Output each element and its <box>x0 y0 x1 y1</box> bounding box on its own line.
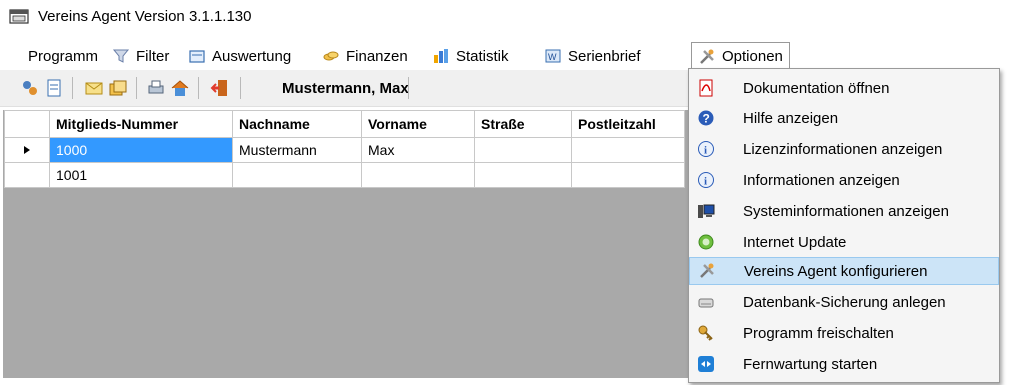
table-cell[interactable] <box>474 137 572 163</box>
exit-icon[interactable] <box>210 78 230 98</box>
menu-item-lizenzinformationen[interactable]: i Lizenzinformationen anzeigen <box>689 135 999 163</box>
table-cell[interactable] <box>474 162 572 188</box>
table-cell[interactable] <box>571 162 685 188</box>
menu-item-label: Datenbank-Sicherung anlegen <box>743 293 946 311</box>
column-header[interactable]: Postleitzahl <box>571 110 685 138</box>
app-icon <box>9 9 29 24</box>
menu-item-hilfe[interactable]: ? Hilfe anzeigen <box>689 104 999 132</box>
row-header-corner <box>4 110 50 138</box>
letter-icon: W <box>545 49 561 63</box>
menu-item-label: Internet Update <box>743 233 847 251</box>
document-icon[interactable] <box>44 78 64 98</box>
report-icon <box>189 50 205 63</box>
optionen-dropdown-menu: Dokumentation öffnen ? Hilfe anzeigen i … <box>688 68 1000 383</box>
column-header[interactable]: Vorname <box>361 110 475 138</box>
table-row[interactable]: 1000 Mustermann Max <box>4 137 685 163</box>
filter-icon <box>112 49 130 63</box>
svg-text:i: i <box>704 176 707 188</box>
menu-filter[interactable]: Filter <box>112 44 169 68</box>
table-cell[interactable] <box>232 162 362 188</box>
pdf-icon <box>699 79 713 97</box>
current-member-label: Mustermann, Max <box>282 80 409 97</box>
column-header[interactable]: Nachname <box>232 110 362 138</box>
tools-icon <box>700 263 714 278</box>
menu-item-label: Hilfe anzeigen <box>743 109 839 127</box>
menu-item-systeminformationen[interactable]: Systeminformationen anzeigen <box>689 197 999 225</box>
mail-icon[interactable] <box>84 78 104 98</box>
help-icon: ? <box>698 110 714 126</box>
menu-item-label: Programm freischalten <box>743 324 894 342</box>
window-title: Vereins Agent Version 3.1.1.130 <box>38 8 252 25</box>
current-row-arrow-icon <box>4 137 50 163</box>
menu-auswertung[interactable]: Auswertung <box>188 44 291 68</box>
menu-item-label: Systeminformationen anzeigen <box>743 202 949 220</box>
info-icon: i <box>698 141 714 157</box>
menu-item-datenbank-sicherung[interactable]: Datenbank-Sicherung anlegen <box>689 288 999 316</box>
tools-icon <box>700 49 714 64</box>
update-icon <box>698 234 714 250</box>
toolbar-separator <box>408 77 409 99</box>
key-icon <box>698 325 713 341</box>
menu-label: Auswertung <box>212 47 292 65</box>
menu-item-informationen[interactable]: i Informationen anzeigen <box>689 166 999 194</box>
menu-programm[interactable]: Programm <box>28 44 98 68</box>
table-cell[interactable]: 1000 <box>49 137 233 163</box>
menu-item-label: Vereins Agent konfigurieren <box>744 262 928 280</box>
title-bar: Vereins Agent Version 3.1.1.130 <box>0 0 1020 36</box>
toolbar-separator <box>136 77 137 99</box>
remote-icon <box>698 356 714 372</box>
money-icon <box>323 51 339 61</box>
menu-item-label: Informationen anzeigen <box>743 171 900 189</box>
menu-item-internet-update[interactable]: Internet Update <box>689 228 999 256</box>
toolbar-separator <box>198 77 199 99</box>
menu-item-label: Lizenzinformationen anzeigen <box>743 140 943 158</box>
svg-text:?: ? <box>703 112 710 126</box>
table-cell[interactable] <box>361 162 475 188</box>
menu-label: Finanzen <box>346 47 408 65</box>
table-cell[interactable]: Max <box>361 137 475 163</box>
table-header-row: Mitglieds-Nummer Nachname Vorname Straße… <box>4 110 685 138</box>
home-icon[interactable] <box>170 78 190 98</box>
print-icon[interactable] <box>146 78 166 98</box>
column-header[interactable]: Mitglieds-Nummer <box>49 110 233 138</box>
svg-text:i: i <box>704 145 707 157</box>
menu-label: Filter <box>136 47 170 65</box>
table-cell[interactable]: 1001 <box>49 162 233 188</box>
menu-item-dokumentation[interactable]: Dokumentation öffnen <box>689 74 999 102</box>
menu-label: Optionen <box>722 48 783 65</box>
menu-serienbrief[interactable]: W Serienbrief <box>544 44 641 68</box>
table-cell[interactable]: Mustermann <box>232 137 362 163</box>
table-cell[interactable] <box>571 137 685 163</box>
menu-label: Programm <box>28 47 99 65</box>
menu-optionen[interactable]: Optionen <box>691 42 790 70</box>
toolbar-separator <box>72 77 73 99</box>
chart-icon <box>434 49 448 63</box>
member-search-icon[interactable] <box>20 78 40 98</box>
svg-text:W: W <box>548 52 557 62</box>
drive-icon <box>698 298 714 308</box>
table-row[interactable]: 1001 <box>4 162 685 188</box>
column-header[interactable]: Straße <box>474 110 572 138</box>
menu-item-label: Fernwartung starten <box>743 355 878 373</box>
menu-item-konfigurieren[interactable]: Vereins Agent konfigurieren <box>689 257 999 285</box>
menu-label: Statistik <box>456 47 509 65</box>
menu-item-label: Dokumentation öffnen <box>743 79 890 97</box>
menu-item-freischalten[interactable]: Programm freischalten <box>689 319 999 347</box>
menu-statistik[interactable]: Statistik <box>432 44 509 68</box>
copy-icon[interactable] <box>108 78 128 98</box>
members-table: Mitglieds-Nummer Nachname Vorname Straße… <box>4 110 685 188</box>
menu-label: Serienbrief <box>568 47 641 65</box>
info-icon: i <box>698 172 714 188</box>
toolbar-separator <box>240 77 241 99</box>
menu-item-fernwartung[interactable]: Fernwartung starten <box>689 350 999 378</box>
row-header <box>4 162 50 188</box>
computer-icon <box>698 204 715 218</box>
menu-finanzen[interactable]: Finanzen <box>322 44 408 68</box>
